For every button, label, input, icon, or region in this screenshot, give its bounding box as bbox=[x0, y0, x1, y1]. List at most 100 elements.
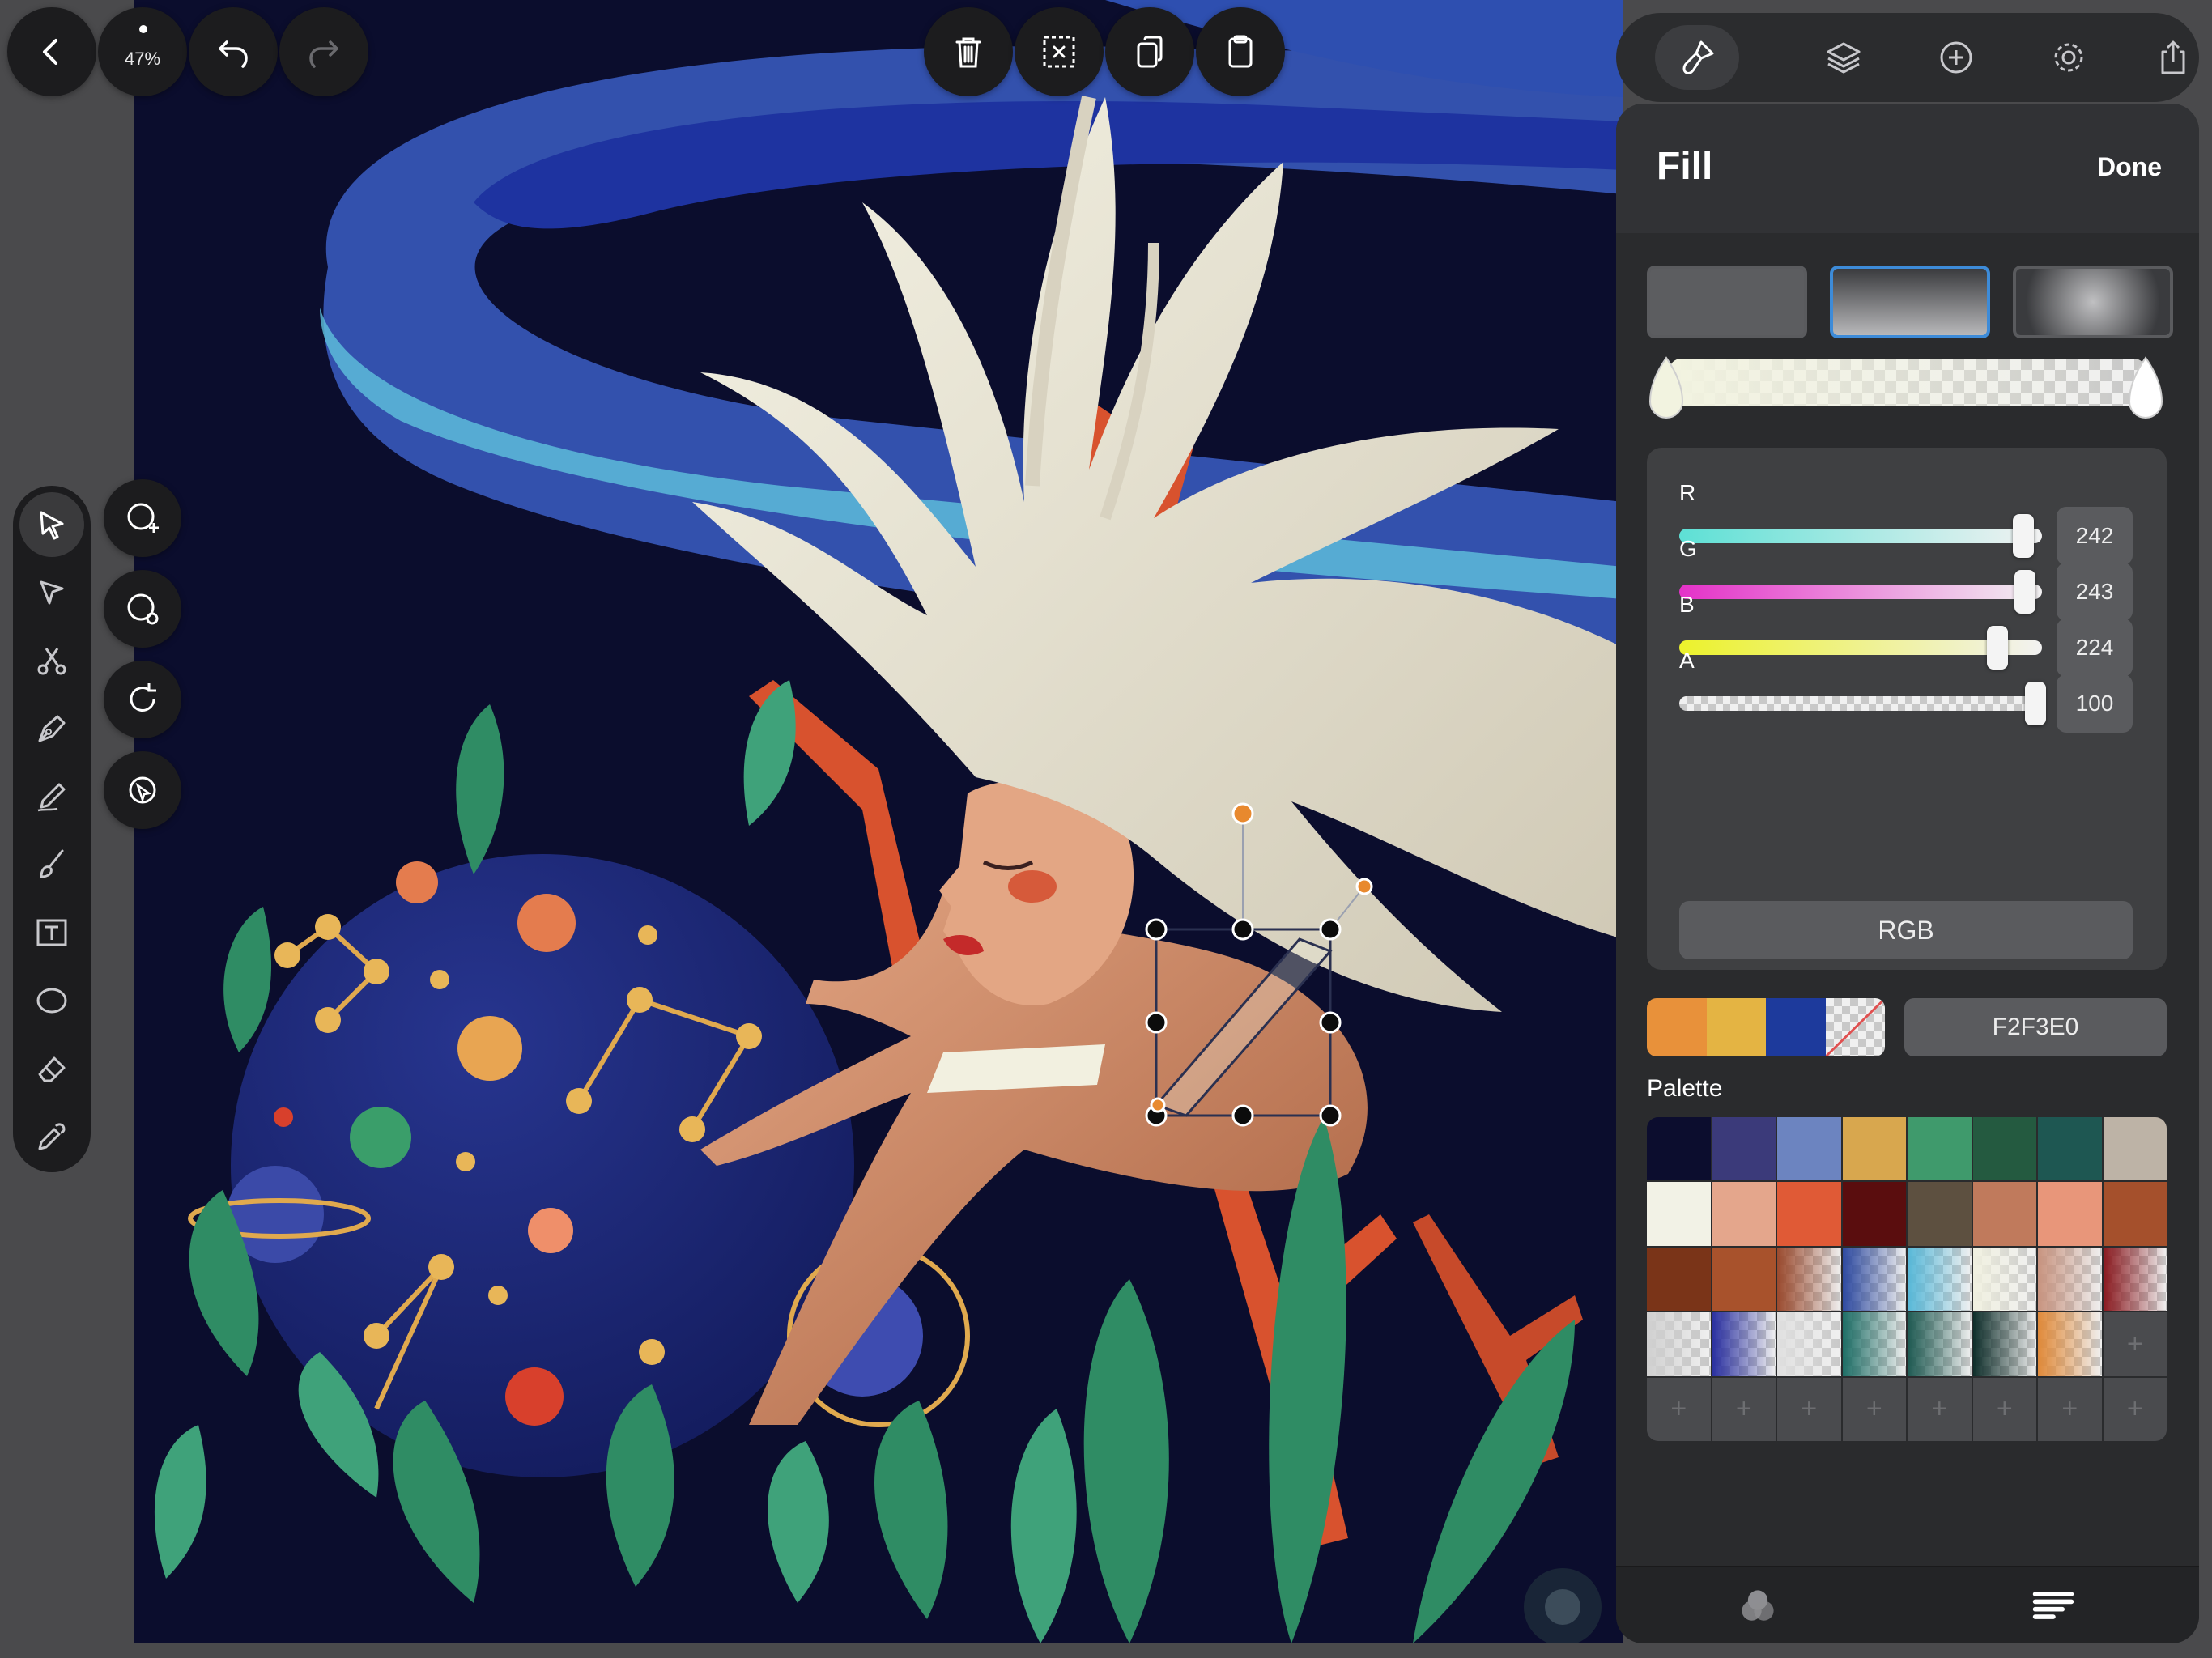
tool-selection[interactable] bbox=[19, 492, 84, 557]
palette-swatch[interactable] bbox=[1842, 1312, 1906, 1376]
palette-swatch[interactable] bbox=[1908, 1117, 1972, 1181]
zoom-level-label: 47% bbox=[124, 49, 161, 69]
tab-add[interactable] bbox=[1932, 33, 1980, 82]
add-swatch-button[interactable]: + bbox=[2103, 1312, 2167, 1376]
tool-eraser[interactable] bbox=[19, 1036, 84, 1101]
tool-eyedropper[interactable] bbox=[19, 1104, 84, 1169]
channel-value-r[interactable]: 242 bbox=[2057, 507, 2133, 565]
palette-swatch[interactable] bbox=[1712, 1182, 1776, 1246]
zoom-indicator-dot bbox=[139, 25, 147, 33]
recent-color-swatch[interactable] bbox=[1706, 998, 1766, 1056]
recent-color-swatch[interactable] bbox=[1647, 998, 1707, 1056]
undo-button[interactable] bbox=[189, 7, 278, 96]
palette-swatch[interactable] bbox=[1972, 1247, 2036, 1312]
palette-swatch[interactable] bbox=[2103, 1117, 2167, 1181]
gradient-stop-start[interactable] bbox=[1648, 355, 1684, 421]
fill-type-radial[interactable] bbox=[2013, 266, 2173, 338]
tool-pencil[interactable] bbox=[19, 764, 84, 829]
tool-text[interactable] bbox=[19, 900, 84, 965]
channel-value-a[interactable]: 100 bbox=[2057, 674, 2133, 733]
deselect-button[interactable] bbox=[1015, 7, 1104, 96]
palette-swatch[interactable] bbox=[1647, 1117, 1711, 1181]
palette-swatch[interactable] bbox=[1712, 1247, 1776, 1312]
palette-swatch[interactable] bbox=[1777, 1247, 1841, 1312]
channel-slider-thumb-r[interactable] bbox=[2013, 514, 2035, 558]
palette-swatch[interactable] bbox=[2038, 1312, 2102, 1376]
transform-button[interactable] bbox=[104, 751, 181, 829]
add-swatch-button[interactable]: + bbox=[1908, 1377, 1972, 1441]
palette-swatch[interactable] bbox=[1972, 1312, 2036, 1376]
channel-slider-thumb-a[interactable] bbox=[2025, 682, 2046, 725]
palette-swatch[interactable] bbox=[1908, 1247, 1972, 1312]
tab-share[interactable] bbox=[2149, 33, 2197, 82]
palette-swatch[interactable] bbox=[1647, 1247, 1711, 1312]
delete-button[interactable] bbox=[924, 7, 1013, 96]
fill-type-linear[interactable] bbox=[1830, 266, 1990, 338]
channel-value-b[interactable]: 224 bbox=[2057, 619, 2133, 677]
palette-swatch[interactable] bbox=[1842, 1247, 1906, 1312]
palette-swatch[interactable] bbox=[2038, 1182, 2102, 1246]
palette-swatch[interactable] bbox=[2103, 1247, 2167, 1312]
paste-button[interactable] bbox=[1196, 7, 1285, 96]
palette-swatch[interactable] bbox=[2103, 1182, 2167, 1246]
palette-swatch[interactable] bbox=[1842, 1117, 1906, 1181]
add-swatch-button[interactable]: + bbox=[2038, 1377, 2102, 1441]
palette-swatch[interactable] bbox=[1908, 1182, 1972, 1246]
recent-color-swatch[interactable] bbox=[1766, 998, 1826, 1056]
add-swatch-button[interactable]: + bbox=[1842, 1377, 1906, 1441]
canvas-artwork[interactable] bbox=[134, 0, 1623, 1643]
fill-options-button[interactable] bbox=[2029, 1582, 2078, 1630]
add-swatch-button[interactable]: + bbox=[1972, 1377, 2036, 1441]
tool-pen[interactable] bbox=[19, 696, 84, 761]
recent-color-swatch[interactable] bbox=[1825, 998, 1885, 1056]
palette-swatch[interactable] bbox=[2038, 1117, 2102, 1181]
eraser-icon bbox=[38, 1056, 66, 1082]
palette-swatch[interactable] bbox=[1777, 1312, 1841, 1376]
color-mixer-button[interactable] bbox=[1733, 1582, 1782, 1630]
tool-node[interactable] bbox=[19, 560, 84, 625]
gradient-stop-end[interactable] bbox=[2128, 355, 2163, 421]
add-node-button[interactable] bbox=[104, 479, 181, 557]
channel-slider-g[interactable] bbox=[1679, 585, 2042, 599]
tab-layers[interactable] bbox=[1819, 33, 1868, 82]
palette-swatch[interactable] bbox=[1908, 1312, 1972, 1376]
palette-grid: + + + + + + + + + bbox=[1647, 1117, 2167, 1441]
circle-settings-button[interactable] bbox=[104, 570, 181, 648]
add-swatch-button[interactable]: + bbox=[1712, 1377, 1776, 1441]
channel-slider-r[interactable] bbox=[1679, 529, 2042, 543]
hex-input[interactable]: F2F3E0 bbox=[1904, 998, 2167, 1056]
channel-slider-thumb-g[interactable] bbox=[2014, 570, 2035, 614]
add-swatch-button[interactable]: + bbox=[2103, 1377, 2167, 1441]
text-align-icon bbox=[2032, 1592, 2074, 1619]
gradient-bar[interactable] bbox=[1670, 359, 2146, 406]
palette-swatch[interactable] bbox=[1972, 1182, 2036, 1246]
done-button[interactable]: Done bbox=[2097, 152, 2162, 182]
tab-settings[interactable] bbox=[2044, 33, 2093, 82]
rotate-button[interactable] bbox=[104, 661, 181, 738]
tab-style[interactable] bbox=[1655, 25, 1739, 90]
palette-swatch[interactable] bbox=[1777, 1117, 1841, 1181]
back-button[interactable] bbox=[7, 7, 96, 96]
channel-slider-a[interactable] bbox=[1679, 696, 2042, 711]
redo-button[interactable] bbox=[279, 7, 368, 96]
tool-scissors[interactable] bbox=[19, 628, 84, 693]
duplicate-button[interactable] bbox=[1105, 7, 1194, 96]
palette-swatch[interactable] bbox=[2038, 1247, 2102, 1312]
palette-swatch[interactable] bbox=[1712, 1117, 1776, 1181]
recent-colors bbox=[1647, 998, 1885, 1056]
tool-brush[interactable] bbox=[19, 832, 84, 897]
palette-swatch[interactable] bbox=[1842, 1182, 1906, 1246]
channel-value-g[interactable]: 243 bbox=[2057, 563, 2133, 621]
add-swatch-button[interactable]: + bbox=[1777, 1377, 1841, 1441]
palette-swatch[interactable] bbox=[1777, 1182, 1841, 1246]
color-mode-button[interactable]: RGB bbox=[1679, 901, 2133, 959]
palette-swatch[interactable] bbox=[1647, 1182, 1711, 1246]
add-swatch-button[interactable]: + bbox=[1647, 1377, 1711, 1441]
palette-swatch[interactable] bbox=[1972, 1117, 2036, 1181]
tool-ellipse[interactable] bbox=[19, 968, 84, 1033]
channel-slider-thumb-b[interactable] bbox=[1987, 626, 2009, 670]
palette-swatch[interactable] bbox=[1712, 1312, 1776, 1376]
palette-swatch[interactable] bbox=[1647, 1312, 1711, 1376]
zoom-level-button[interactable]: 47% bbox=[98, 7, 187, 96]
fill-type-solid[interactable] bbox=[1647, 266, 1807, 338]
